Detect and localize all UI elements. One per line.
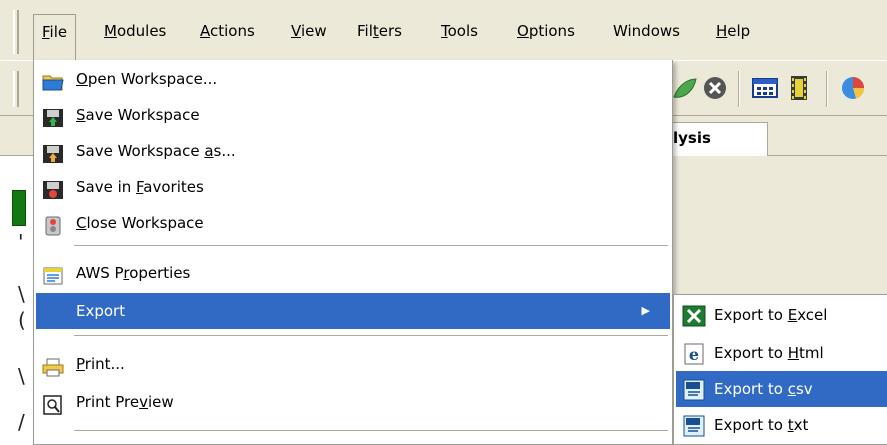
ie-html-icon: e	[682, 342, 706, 365]
menu-separator	[74, 430, 668, 432]
stop-icon[interactable]	[700, 73, 730, 103]
tree-fragment: \	[18, 282, 25, 306]
workspace-panel	[660, 156, 887, 306]
pie-chart-icon[interactable]	[838, 73, 868, 103]
save-workspace-icon	[42, 105, 64, 127]
export-submenu: Export to Excel e Export to Html Export …	[673, 294, 887, 445]
menu-help[interactable]: Help	[708, 14, 758, 48]
submenu-arrow-icon: ▶	[641, 304, 650, 317]
menu-item-save-in-favorites[interactable]: Save in Favorites	[36, 169, 670, 205]
toolbar-separator	[826, 71, 828, 107]
tree-fragment: (	[18, 308, 26, 332]
menu-actions[interactable]: Actions	[192, 14, 263, 48]
tree-node-green[interactable]	[12, 190, 26, 226]
menu-item-export-to-csv[interactable]: Export to csv	[676, 371, 887, 407]
properties-icon	[42, 263, 64, 285]
printer-icon	[42, 354, 64, 377]
txt-file-icon	[682, 414, 706, 437]
tree-fragment: '	[18, 230, 24, 254]
menu-item-print[interactable]: Print...	[36, 346, 670, 382]
menu-item-print-preview[interactable]: Print Preview	[36, 384, 670, 420]
left-tree-strip: ' \ ( \ /	[0, 156, 30, 445]
menubar-grip[interactable]	[13, 10, 19, 54]
print-preview-icon	[42, 392, 64, 415]
menu-item-export-to-html[interactable]: e Export to Html	[676, 335, 887, 371]
menu-windows[interactable]: Windows	[605, 14, 688, 48]
menu-item-aws-properties[interactable]: AWS Properties	[36, 255, 670, 291]
close-workspace-icon	[42, 213, 64, 236]
leaf-icon[interactable]	[670, 73, 700, 103]
menu-item-save-workspace[interactable]: Save Workspace	[36, 97, 670, 133]
file-menu-dropdown: Open Workspace... Save Workspace Save Wo…	[33, 60, 673, 445]
menu-item-export-to-txt[interactable]: Export to txt	[676, 407, 887, 443]
menu-item-export[interactable]: Export ▶	[36, 293, 670, 329]
menu-bar: File Modules Actions View Filters Tools …	[0, 0, 887, 60]
menu-options[interactable]: Options	[509, 14, 583, 48]
menu-modules[interactable]: Modules	[96, 14, 174, 48]
menu-item-close-workspace[interactable]: Close Workspace	[36, 205, 670, 241]
save-as-icon	[42, 141, 64, 163]
film-icon[interactable]	[784, 73, 814, 103]
menu-tools[interactable]: Tools	[433, 14, 486, 48]
tab-analysis[interactable]: lysis	[660, 122, 768, 156]
calculator-icon[interactable]	[750, 73, 780, 103]
csv-file-icon	[682, 378, 706, 401]
menu-view[interactable]: View	[283, 14, 335, 48]
menu-item-export-to-excel[interactable]: Export to Excel	[676, 297, 887, 333]
tree-fragment: /	[18, 410, 25, 434]
folder-open-icon	[42, 69, 64, 91]
favorites-icon	[42, 177, 64, 199]
toolbar-separator	[738, 71, 740, 107]
menu-separator	[74, 335, 668, 337]
svg-text:e: e	[689, 345, 699, 364]
excel-icon	[682, 304, 706, 327]
tree-fragment: \	[18, 364, 25, 388]
menu-item-save-workspace-as[interactable]: Save Workspace as...	[36, 133, 670, 169]
menu-item-open-workspace[interactable]: Open Workspace...	[36, 61, 670, 97]
menu-file[interactable]: File	[33, 14, 77, 60]
menu-separator	[74, 245, 668, 247]
toolbar-grip[interactable]	[13, 71, 19, 107]
menu-filters[interactable]: Filters	[349, 14, 410, 48]
